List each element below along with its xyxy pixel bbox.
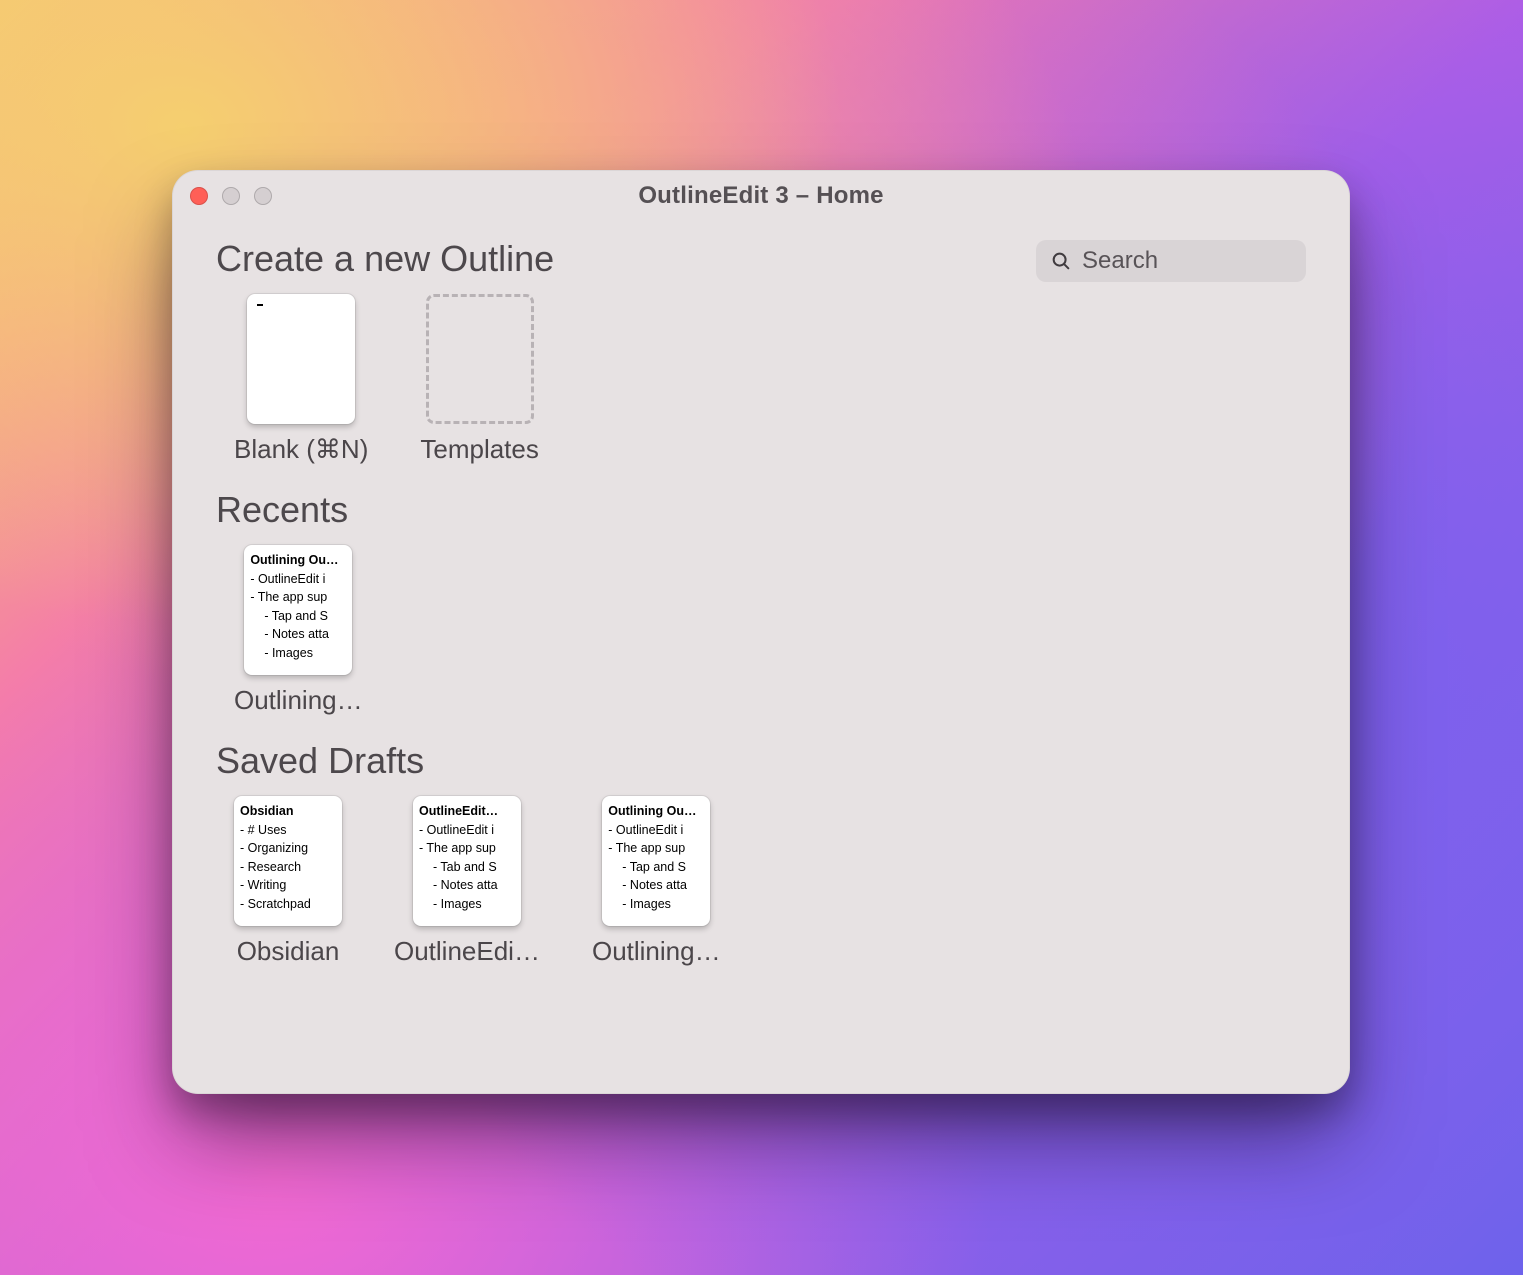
drafts-row: Obsidian- # Uses- Organizing- Research- … — [216, 796, 1306, 967]
document-preview: Obsidian- # Uses- Organizing- Research- … — [240, 802, 336, 920]
preview-line: - # Uses — [240, 821, 336, 840]
recents-section-heading: Recents — [216, 489, 1306, 531]
app-window: OutlineEdit 3 – Home Create a new Outlin… — [172, 170, 1350, 1094]
create-blank[interactable]: Blank (⌘N) — [234, 294, 368, 465]
preview-line: - Notes atta — [264, 625, 346, 644]
create-blank-label: Blank (⌘N) — [234, 434, 368, 465]
templates-thumbnail — [426, 294, 534, 424]
templates-placeholder-icon — [426, 294, 534, 424]
window-controls — [190, 187, 272, 205]
search-icon — [1050, 250, 1072, 272]
minimize-window-button[interactable] — [222, 187, 240, 205]
window-title: OutlineEdit 3 – Home — [638, 182, 883, 210]
zoom-window-button[interactable] — [254, 187, 272, 205]
create-templates[interactable]: Templates — [420, 294, 539, 465]
create-row: Blank (⌘N) Templates — [216, 294, 1306, 465]
document-thumbnail: Outlining Ou…- OutlineEdit i- The app su… — [602, 796, 710, 926]
document-preview: OutlineEdit…- OutlineEdit i- The app sup… — [419, 802, 515, 920]
document-label: Obsidian — [237, 936, 340, 967]
document-label: Outlining… — [592, 936, 721, 967]
preview-title: Outlining Ou… — [608, 802, 704, 821]
preview-title: Obsidian — [240, 802, 336, 821]
recents-row: Outlining Ou…- OutlineEdit i- The app su… — [216, 545, 1306, 716]
preview-line: - The app sup — [608, 839, 704, 858]
preview-line: - The app sup — [250, 588, 346, 607]
preview-line: - Tap and S — [622, 858, 704, 877]
titlebar: OutlineEdit 3 – Home — [172, 170, 1350, 222]
preview-title: Outlining Ou… — [250, 551, 346, 570]
window-content: Create a new Outline Blank (⌘N) Template… — [172, 222, 1350, 1019]
preview-line: - OutlineEdit i — [608, 821, 704, 840]
preview-title: OutlineEdit… — [419, 802, 515, 821]
preview-line: - OutlineEdit i — [250, 570, 346, 589]
close-window-button[interactable] — [190, 187, 208, 205]
document-label: OutlineEdi… — [394, 936, 540, 967]
document-preview: Outlining Ou…- OutlineEdit i- The app su… — [250, 551, 346, 669]
preview-line: - Images — [622, 895, 704, 914]
document-thumbnail: Outlining Ou…- OutlineEdit i- The app su… — [244, 545, 352, 675]
preview-line: - Notes atta — [622, 876, 704, 895]
create-templates-label: Templates — [420, 434, 539, 465]
preview-line: - The app sup — [419, 839, 515, 858]
search-input[interactable] — [1082, 247, 1350, 275]
preview-line: - Images — [433, 895, 515, 914]
document-thumbnail: OutlineEdit…- OutlineEdit i- The app sup… — [413, 796, 521, 926]
drafts-item[interactable]: OutlineEdit…- OutlineEdit i- The app sup… — [394, 796, 540, 967]
create-section-heading: Create a new Outline — [216, 238, 554, 280]
blank-thumbnail — [247, 294, 355, 424]
search-field[interactable] — [1036, 240, 1306, 282]
preview-line: - Notes atta — [433, 876, 515, 895]
drafts-section-heading: Saved Drafts — [216, 740, 1306, 782]
preview-line: - Images — [264, 644, 346, 663]
header-row: Create a new Outline — [216, 228, 1306, 294]
drafts-item[interactable]: Obsidian- # Uses- Organizing- Research- … — [234, 796, 342, 967]
document-preview: Outlining Ou…- OutlineEdit i- The app su… — [608, 802, 704, 920]
preview-line: - Tap and S — [264, 607, 346, 626]
preview-line: - Scratchpad — [240, 895, 336, 914]
document-label: Outlining… — [234, 685, 363, 716]
recents-item[interactable]: Outlining Ou…- OutlineEdit i- The app su… — [234, 545, 363, 716]
preview-line: - Research — [240, 858, 336, 877]
drafts-item[interactable]: Outlining Ou…- OutlineEdit i- The app su… — [592, 796, 721, 967]
preview-line: - Organizing — [240, 839, 336, 858]
preview-line: - Tab and S — [433, 858, 515, 877]
document-thumbnail: Obsidian- # Uses- Organizing- Research- … — [234, 796, 342, 926]
preview-line: - Writing — [240, 876, 336, 895]
preview-line: - OutlineEdit i — [419, 821, 515, 840]
